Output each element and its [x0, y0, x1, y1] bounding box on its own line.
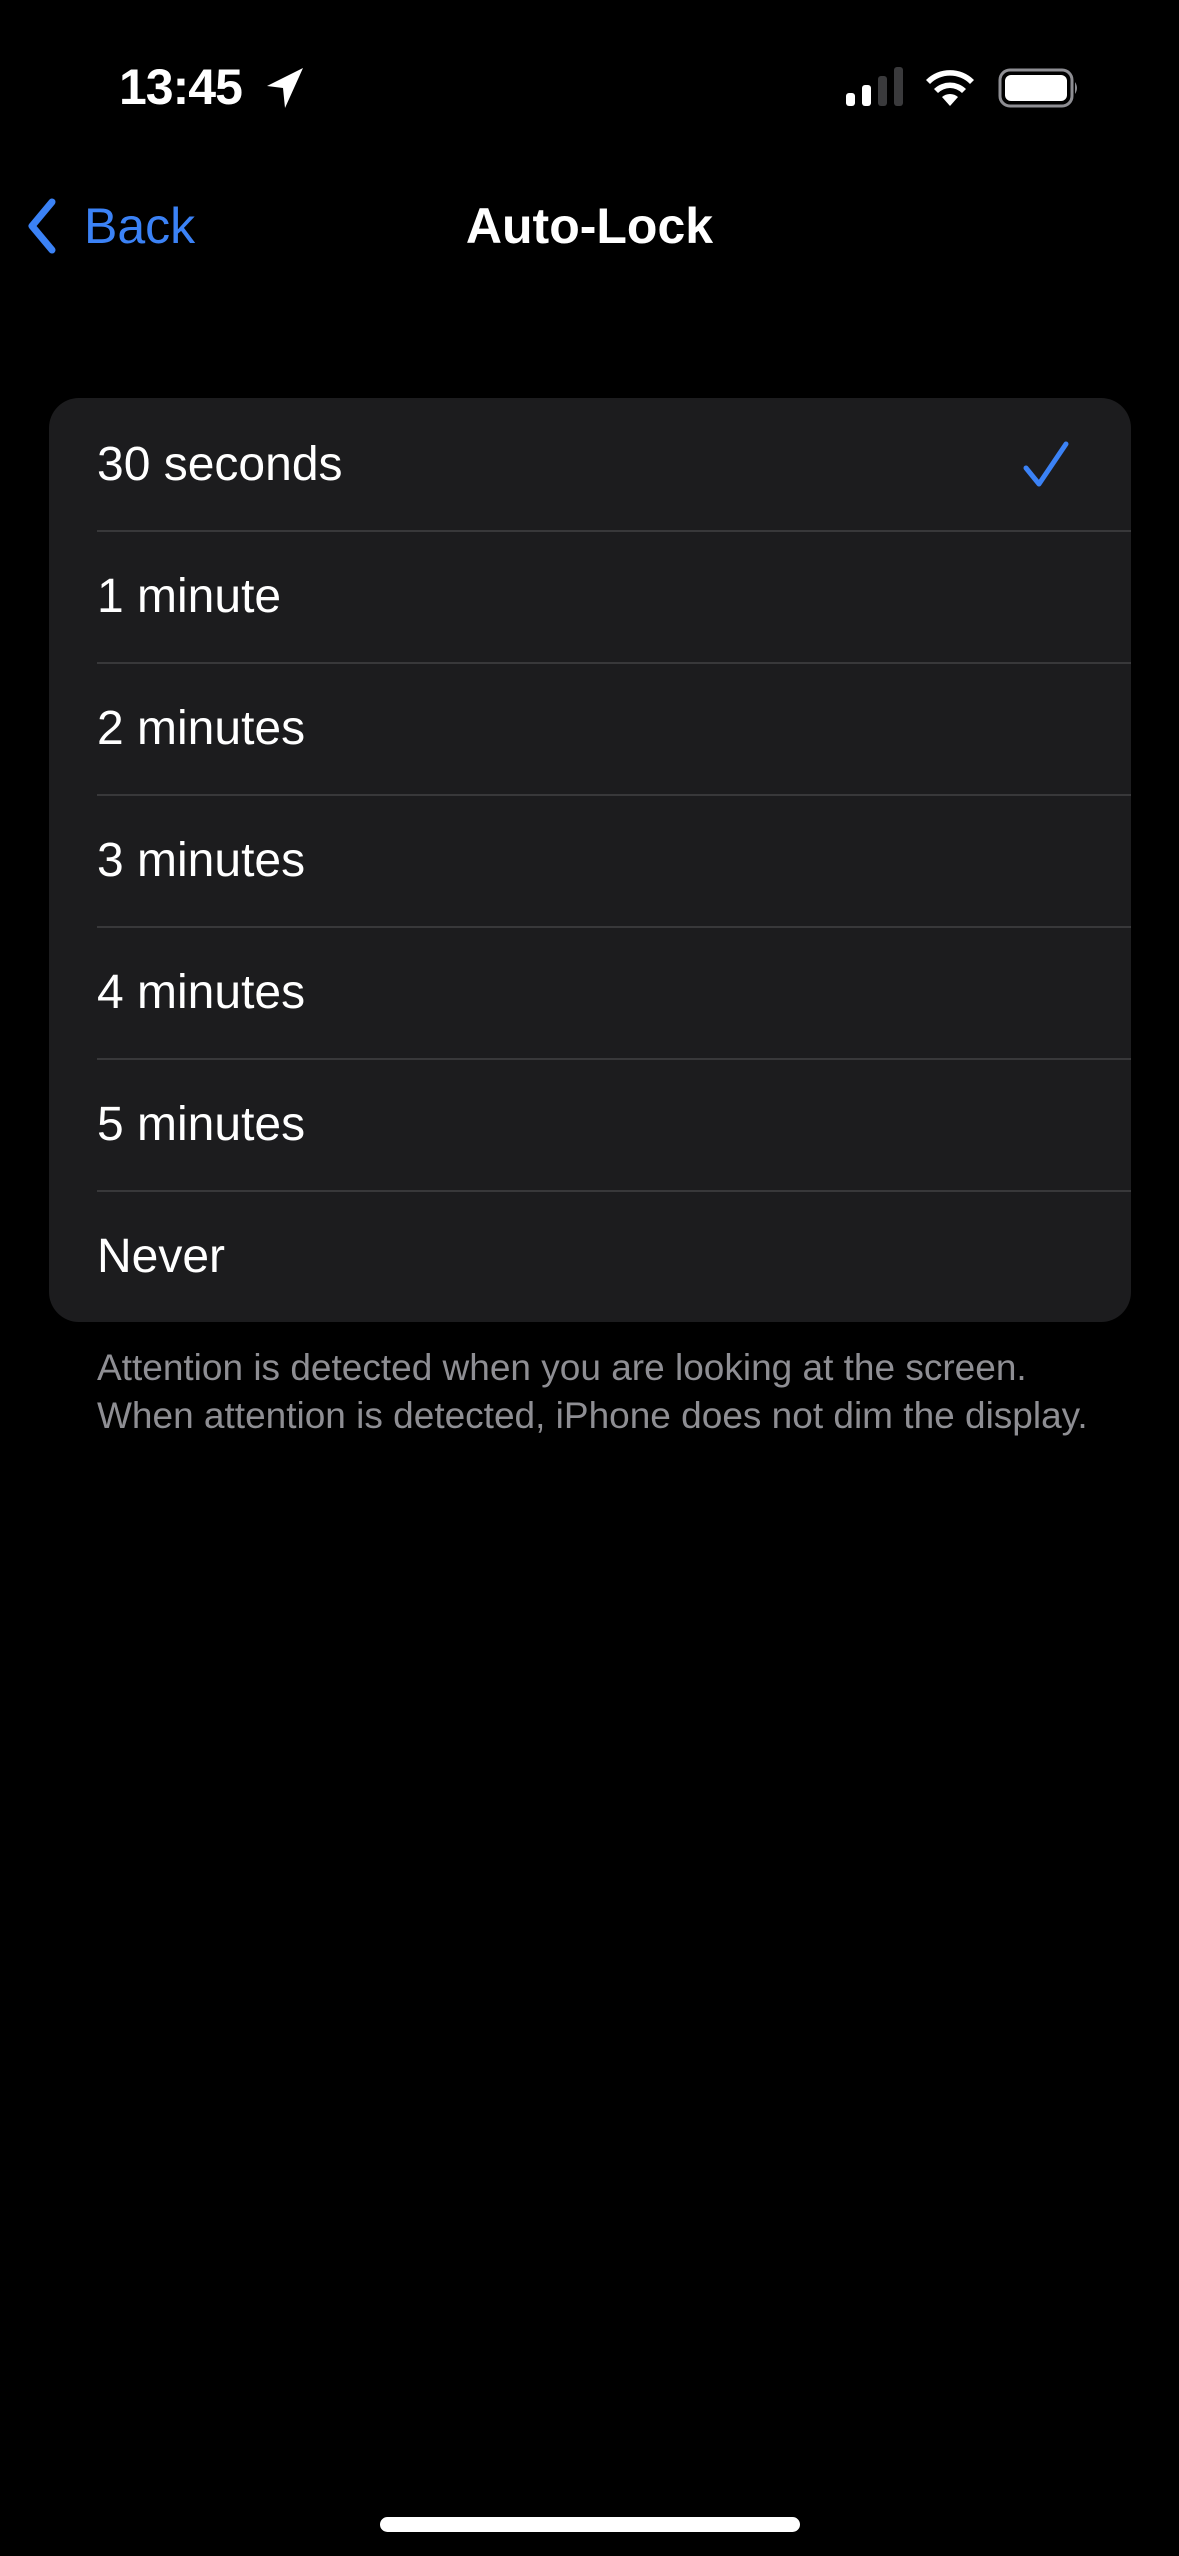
option-label: 2 minutes: [97, 701, 306, 755]
option-label: 5 minutes: [97, 1097, 306, 1151]
option-label: 4 minutes: [97, 965, 306, 1019]
option-3-minutes[interactable]: 3 minutes: [49, 794, 1131, 926]
status-bar: 13:45: [0, 0, 1179, 150]
location-arrow-icon: [267, 68, 303, 108]
option-label: 1 minute: [97, 569, 282, 623]
option-4-minutes[interactable]: 4 minutes: [49, 926, 1131, 1058]
battery-icon: [998, 68, 1077, 108]
wifi-icon: [926, 70, 974, 106]
option-label: Never: [97, 1229, 226, 1283]
page-title: Auto-Lock: [465, 198, 714, 254]
option-label: 3 minutes: [97, 833, 306, 887]
home-indicator[interactable]: [380, 2517, 800, 2532]
checkmark-icon: [1023, 441, 1069, 487]
auto-lock-options-list: 30 seconds 1 minute 2 minutes 3 minutes …: [49, 398, 1131, 1322]
status-time: 13:45: [119, 59, 243, 115]
option-2-minutes[interactable]: 2 minutes: [49, 662, 1131, 794]
option-30-seconds[interactable]: 30 seconds: [49, 398, 1131, 530]
option-never[interactable]: Never: [49, 1190, 1131, 1322]
attention-footer-note: Attention is detected when you are looki…: [97, 1347, 1088, 1436]
cellular-signal-icon: [846, 67, 903, 106]
option-5-minutes[interactable]: 5 minutes: [49, 1058, 1131, 1190]
option-label: 30 seconds: [97, 437, 343, 491]
option-1-minute[interactable]: 1 minute: [49, 530, 1131, 662]
